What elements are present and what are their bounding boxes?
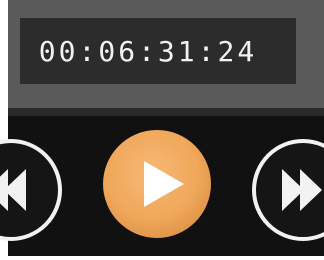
rewind-button[interactable] (0, 137, 64, 243)
fast-forward-button[interactable] (250, 137, 324, 243)
panel-divider (8, 108, 324, 116)
play-button[interactable] (102, 129, 212, 239)
timecode-display: 00:06:31:24 (20, 18, 296, 84)
timecode-text: 00:06:31:24 (38, 34, 258, 68)
player-frame: 00:06:31:24 (0, 0, 324, 260)
